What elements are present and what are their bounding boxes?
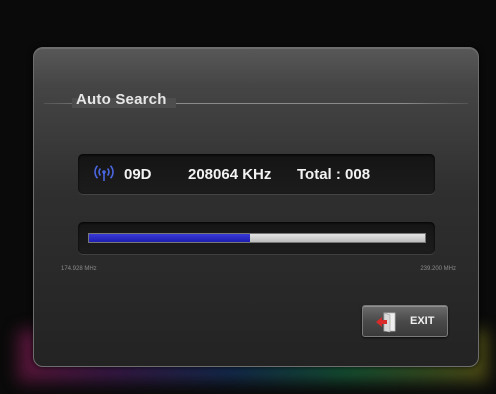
scan-progress-bar xyxy=(88,233,426,243)
exit-door-icon xyxy=(376,312,396,333)
scan-info-panel: 09D 208064 KHz Total : 008 xyxy=(78,154,435,194)
range-max-label: 239.200 MHz xyxy=(420,266,456,272)
exit-label: EXIT xyxy=(410,315,435,327)
range-min-label: 174.928 MHz xyxy=(61,266,97,272)
signal-antenna-icon xyxy=(94,165,114,181)
channel-label: 09D xyxy=(124,166,152,183)
screen: Auto Search 09D 208064 KHz Total : 008 1… xyxy=(0,0,496,394)
auto-search-dialog: Auto Search 09D 208064 KHz Total : 008 1… xyxy=(33,47,479,367)
frequency-label: 208064 KHz xyxy=(188,166,272,183)
total-label: Total : 008 xyxy=(297,166,371,183)
exit-button[interactable]: EXIT xyxy=(362,305,448,337)
dialog-title: Auto Search xyxy=(76,91,167,108)
progress-panel xyxy=(78,222,435,254)
scan-progress-fill xyxy=(89,234,251,242)
